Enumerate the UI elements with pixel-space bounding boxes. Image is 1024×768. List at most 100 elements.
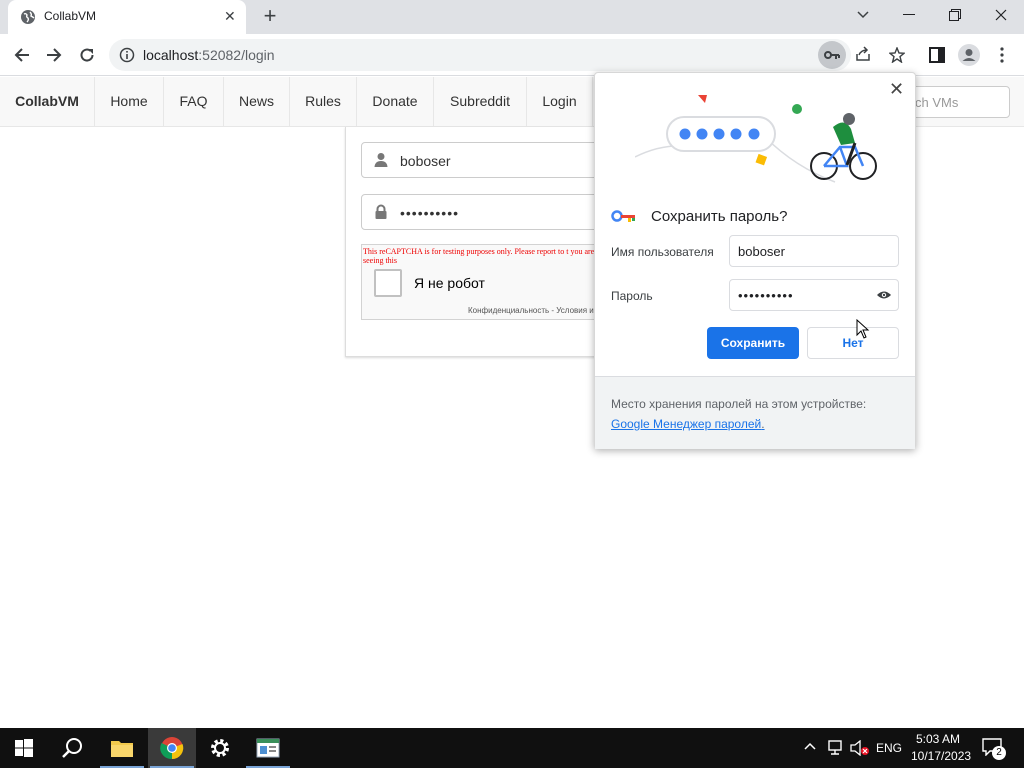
arrow-right-icon xyxy=(47,48,62,62)
file-explorer-button[interactable] xyxy=(98,728,146,768)
tab-title: CollabVM xyxy=(44,9,97,23)
username-field[interactable]: boboser xyxy=(361,142,611,178)
eye-icon[interactable] xyxy=(876,290,892,300)
username-value: boboser xyxy=(400,153,451,169)
recaptcha-widget: This reCAPTCHA is for testing purposes o… xyxy=(361,244,611,320)
info-icon[interactable] xyxy=(119,47,135,63)
star-icon xyxy=(889,47,905,63)
back-button[interactable] xyxy=(10,43,34,67)
nav-donate[interactable]: Donate xyxy=(357,77,434,126)
footer-line: Google Менеджер паролей. xyxy=(611,417,765,431)
settings-taskbar-button[interactable] xyxy=(196,728,244,768)
cyclist-illustration xyxy=(635,95,877,183)
network-icon[interactable] xyxy=(826,740,844,756)
restore-button[interactable] xyxy=(940,4,970,26)
recaptcha-warning: This reCAPTCHA is for testing purposes o… xyxy=(363,247,595,265)
nav-subreddit[interactable]: Subreddit xyxy=(434,77,527,126)
save-button[interactable]: Сохранить xyxy=(707,327,799,359)
profile-button[interactable] xyxy=(957,43,981,67)
minimize-icon xyxy=(903,14,915,15)
start-button[interactable] xyxy=(0,728,48,768)
never-button[interactable]: Нет xyxy=(807,327,899,359)
search-icon xyxy=(62,738,82,758)
nav-home[interactable]: Home xyxy=(95,77,164,126)
side-panel-button[interactable] xyxy=(925,43,949,67)
footer-period: . xyxy=(761,417,765,431)
dialog-heading: Сохранить пароль? xyxy=(651,208,788,225)
dialog-username-value: boboser xyxy=(738,244,785,259)
search-placeholder: ch VMs xyxy=(915,95,959,110)
url-text: localhost:52082/login xyxy=(143,47,275,63)
window-app-icon xyxy=(256,738,280,758)
nav-login[interactable]: Login xyxy=(527,77,593,126)
search-button[interactable] xyxy=(48,728,96,768)
share-button[interactable] xyxy=(854,45,874,65)
mouse-cursor-icon xyxy=(856,319,870,339)
user-icon xyxy=(374,153,388,167)
minimize-button[interactable] xyxy=(894,4,924,26)
reload-icon xyxy=(80,48,94,62)
password-label: Пароль xyxy=(611,289,653,303)
password-manager-link[interactable]: Google Менеджер паролей xyxy=(611,417,761,431)
recaptcha-checkbox[interactable] xyxy=(374,269,402,297)
dialog-password-field[interactable]: •••••••••• xyxy=(729,279,899,311)
recaptcha-links[interactable]: Конфиденциальность - Условия и xyxy=(468,306,594,315)
volume-muted-icon[interactable] xyxy=(850,740,870,756)
notifications-button[interactable]: 2 xyxy=(982,738,1006,760)
password-key-button[interactable] xyxy=(818,41,846,69)
chrome-taskbar-button[interactable] xyxy=(148,728,196,768)
nav-faq[interactable]: FAQ xyxy=(164,77,224,126)
tab-close-icon[interactable]: ✕ xyxy=(224,8,236,24)
login-panel: boboser •••••••••• This reCAPTCHA is for… xyxy=(345,127,611,357)
avatar-icon xyxy=(958,44,980,66)
dialog-password-value: •••••••••• xyxy=(738,288,794,303)
url-path: :52082/login xyxy=(198,47,275,63)
url-host: localhost xyxy=(143,47,199,63)
nav-rules[interactable]: Rules xyxy=(290,77,357,126)
close-window-button[interactable] xyxy=(986,4,1016,26)
globe-icon xyxy=(21,10,35,24)
address-bar[interactable]: localhost:52082/login xyxy=(109,39,870,71)
share-icon xyxy=(856,46,870,61)
tab-collabvm[interactable]: CollabVM ✕ xyxy=(8,0,246,34)
dialog-username-field[interactable]: boboser xyxy=(729,235,899,267)
save-password-dialog: ✕ Сохранить пароль? Имя пользователя bob… xyxy=(594,72,916,449)
kebab-menu-icon xyxy=(1000,47,1004,63)
forward-button[interactable] xyxy=(42,43,66,67)
reload-button[interactable] xyxy=(75,43,99,67)
password-value: •••••••••• xyxy=(400,205,460,221)
dialog-close-icon[interactable]: ✕ xyxy=(889,79,904,100)
folder-icon xyxy=(111,741,133,757)
chevron-down-icon xyxy=(857,11,869,19)
clock-date[interactable]: 10/17/2023 xyxy=(911,749,971,763)
side-panel-icon xyxy=(929,47,945,63)
browser-toolbar: localhost:52082/login xyxy=(0,34,1024,76)
key-icon xyxy=(824,51,840,59)
windows-logo-icon xyxy=(15,739,33,757)
windows-taskbar: ENG 5:03 AM 10/17/2023 2 xyxy=(0,728,1024,768)
tab-search-button[interactable] xyxy=(848,4,878,26)
language-indicator[interactable]: ENG xyxy=(876,741,902,755)
recaptcha-label: Я не робот xyxy=(414,275,485,291)
new-tab-button[interactable]: + xyxy=(258,5,282,29)
app-taskbar-button[interactable] xyxy=(244,728,292,768)
chrome-icon xyxy=(160,737,184,760)
menu-button[interactable] xyxy=(990,43,1014,67)
google-key-icon xyxy=(611,210,635,222)
clock-time[interactable]: 5:03 AM xyxy=(916,732,960,746)
password-field[interactable]: •••••••••• xyxy=(361,194,611,230)
dialog-footer: Место хранения паролей на этом устройств… xyxy=(595,376,915,449)
nav-news[interactable]: News xyxy=(224,77,290,126)
brand-link[interactable]: CollabVM xyxy=(0,77,95,126)
bookmark-button[interactable] xyxy=(885,43,909,67)
footer-text: Место хранения паролей на этом устройств… xyxy=(611,397,867,411)
lock-icon xyxy=(375,204,387,219)
gear-icon xyxy=(211,739,229,757)
close-icon xyxy=(995,9,1007,21)
notification-count-badge: 2 xyxy=(992,746,1006,760)
chevron-up-icon[interactable] xyxy=(804,742,816,750)
tab-strip: CollabVM ✕ + xyxy=(0,0,1024,34)
username-label: Имя пользователя xyxy=(611,245,714,259)
arrow-left-icon xyxy=(14,48,29,62)
restore-icon xyxy=(949,9,961,21)
